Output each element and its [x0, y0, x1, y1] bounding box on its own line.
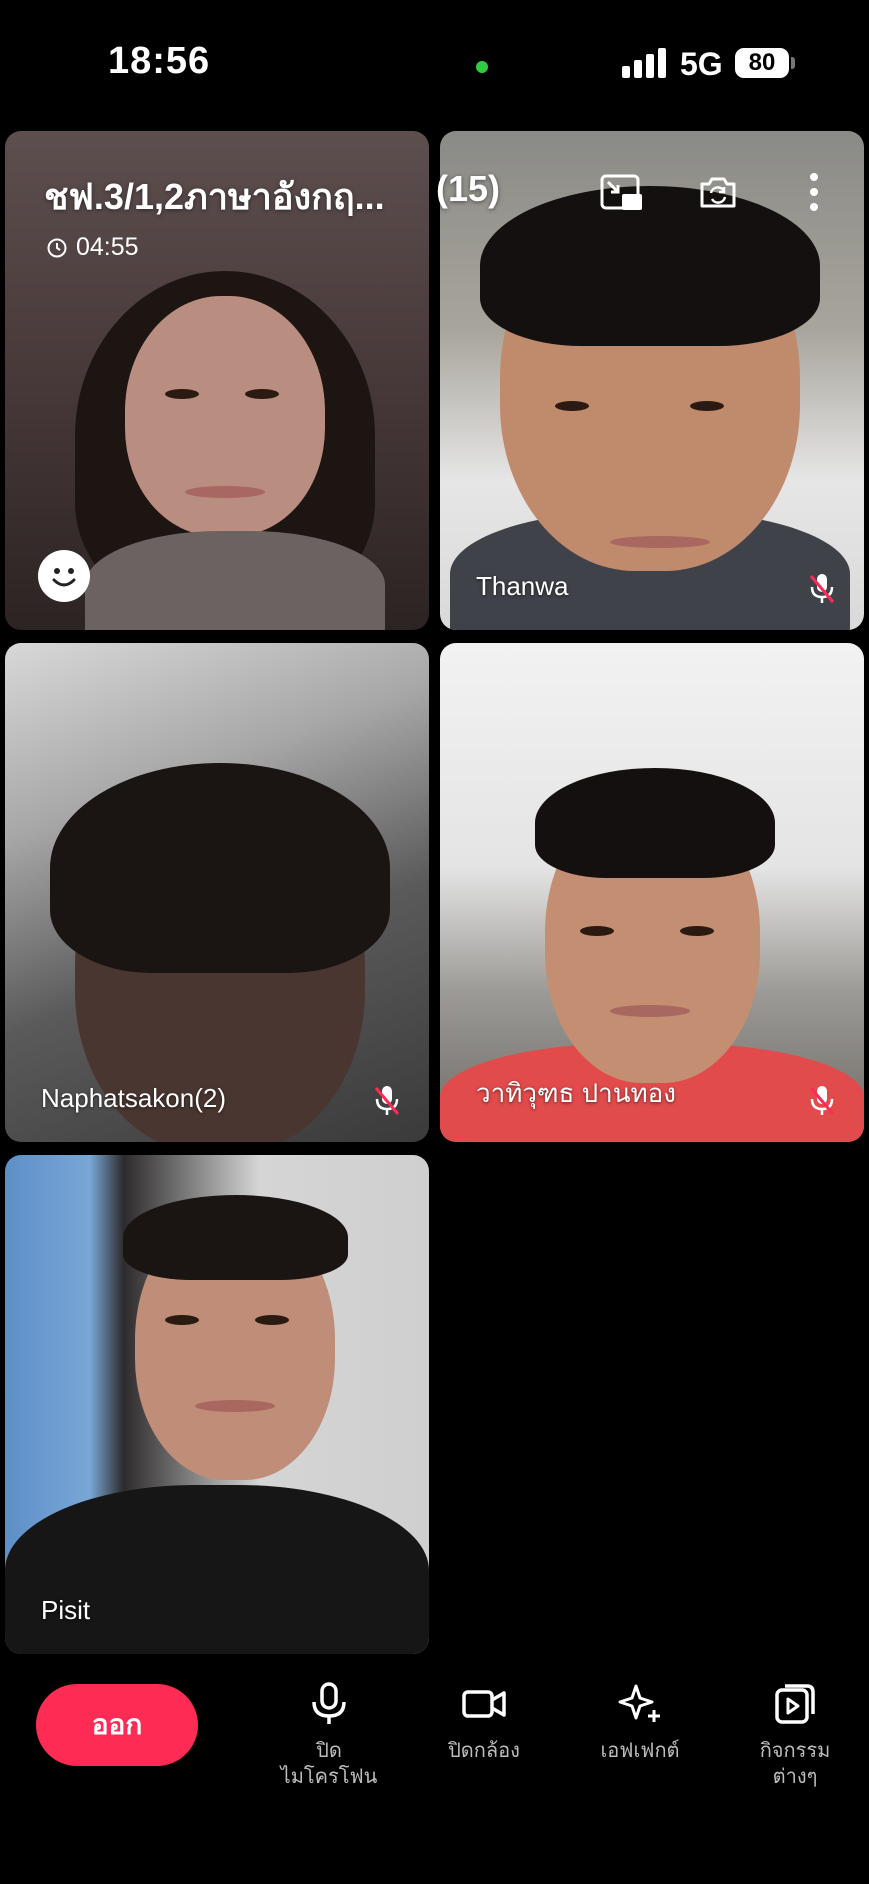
mute-mic-button[interactable]: ปิด ไมโครโฟน: [259, 1680, 399, 1790]
emoji-reaction-button[interactable]: [38, 550, 90, 602]
flip-camera-icon[interactable]: [696, 170, 740, 214]
activities-button[interactable]: กิจกรรม ต่างๆ: [725, 1680, 865, 1790]
sparkle-icon: [618, 1684, 660, 1722]
battery-icon: 80: [735, 48, 789, 78]
camera-icon: [462, 1690, 506, 1718]
call-title[interactable]: ชฟ.3/1,2ภาษาอังกฤ...: [44, 168, 385, 225]
mic-icon: [312, 1682, 346, 1724]
network-type: 5G: [680, 46, 723, 82]
status-time: 18:56: [108, 40, 211, 82]
participant-name: วาทิวุฑธ ปานทอง: [476, 1078, 676, 1108]
mic-off-icon: [374, 1086, 400, 1115]
call-duration: 04:55: [76, 233, 139, 261]
participant-tile-naphatsakon[interactable]: Naphatsakon(2): [5, 643, 429, 1142]
clock-icon: [47, 238, 67, 257]
turn-off-camera-button[interactable]: ปิดกล้อง: [414, 1680, 554, 1764]
status-bar: 18:56 5G 80: [0, 0, 869, 120]
participant-name: Naphatsakon(2): [41, 1083, 226, 1113]
leave-call-button[interactable]: ออก: [36, 1684, 198, 1766]
signal-strength-icon: [622, 48, 666, 78]
activities-label-1: กิจกรรม: [759, 1740, 831, 1762]
minimize-pip-icon[interactable]: [599, 170, 643, 214]
participant-tile-wathiwut[interactable]: วาทิวุฑธ ปานทอง: [440, 643, 864, 1142]
battery-cap: [791, 57, 795, 69]
participant-count[interactable]: (15): [436, 168, 500, 210]
mic-label-2: ไมโครโฟน: [280, 1766, 378, 1788]
effects-button[interactable]: เอฟเฟกต์: [570, 1680, 710, 1764]
more-vertical-icon[interactable]: [792, 170, 836, 214]
effects-label: เอฟเฟกต์: [600, 1740, 680, 1762]
mic-label-1: ปิด: [316, 1740, 342, 1762]
call-timer: 04:55: [46, 233, 139, 262]
camera-in-use-indicator: [476, 61, 488, 73]
participant-tile-pisit[interactable]: Pisit: [5, 1155, 429, 1654]
activities-icon: [775, 1684, 815, 1724]
participant-name: Pisit: [41, 1595, 91, 1625]
camera-label: ปิดกล้อง: [448, 1740, 520, 1762]
emoji-icon: [52, 568, 76, 587]
mic-off-icon: [809, 574, 835, 603]
participant-name: Thanwa: [476, 571, 569, 601]
activities-label-2: ต่างๆ: [772, 1766, 818, 1788]
mic-off-icon: [809, 1086, 835, 1115]
